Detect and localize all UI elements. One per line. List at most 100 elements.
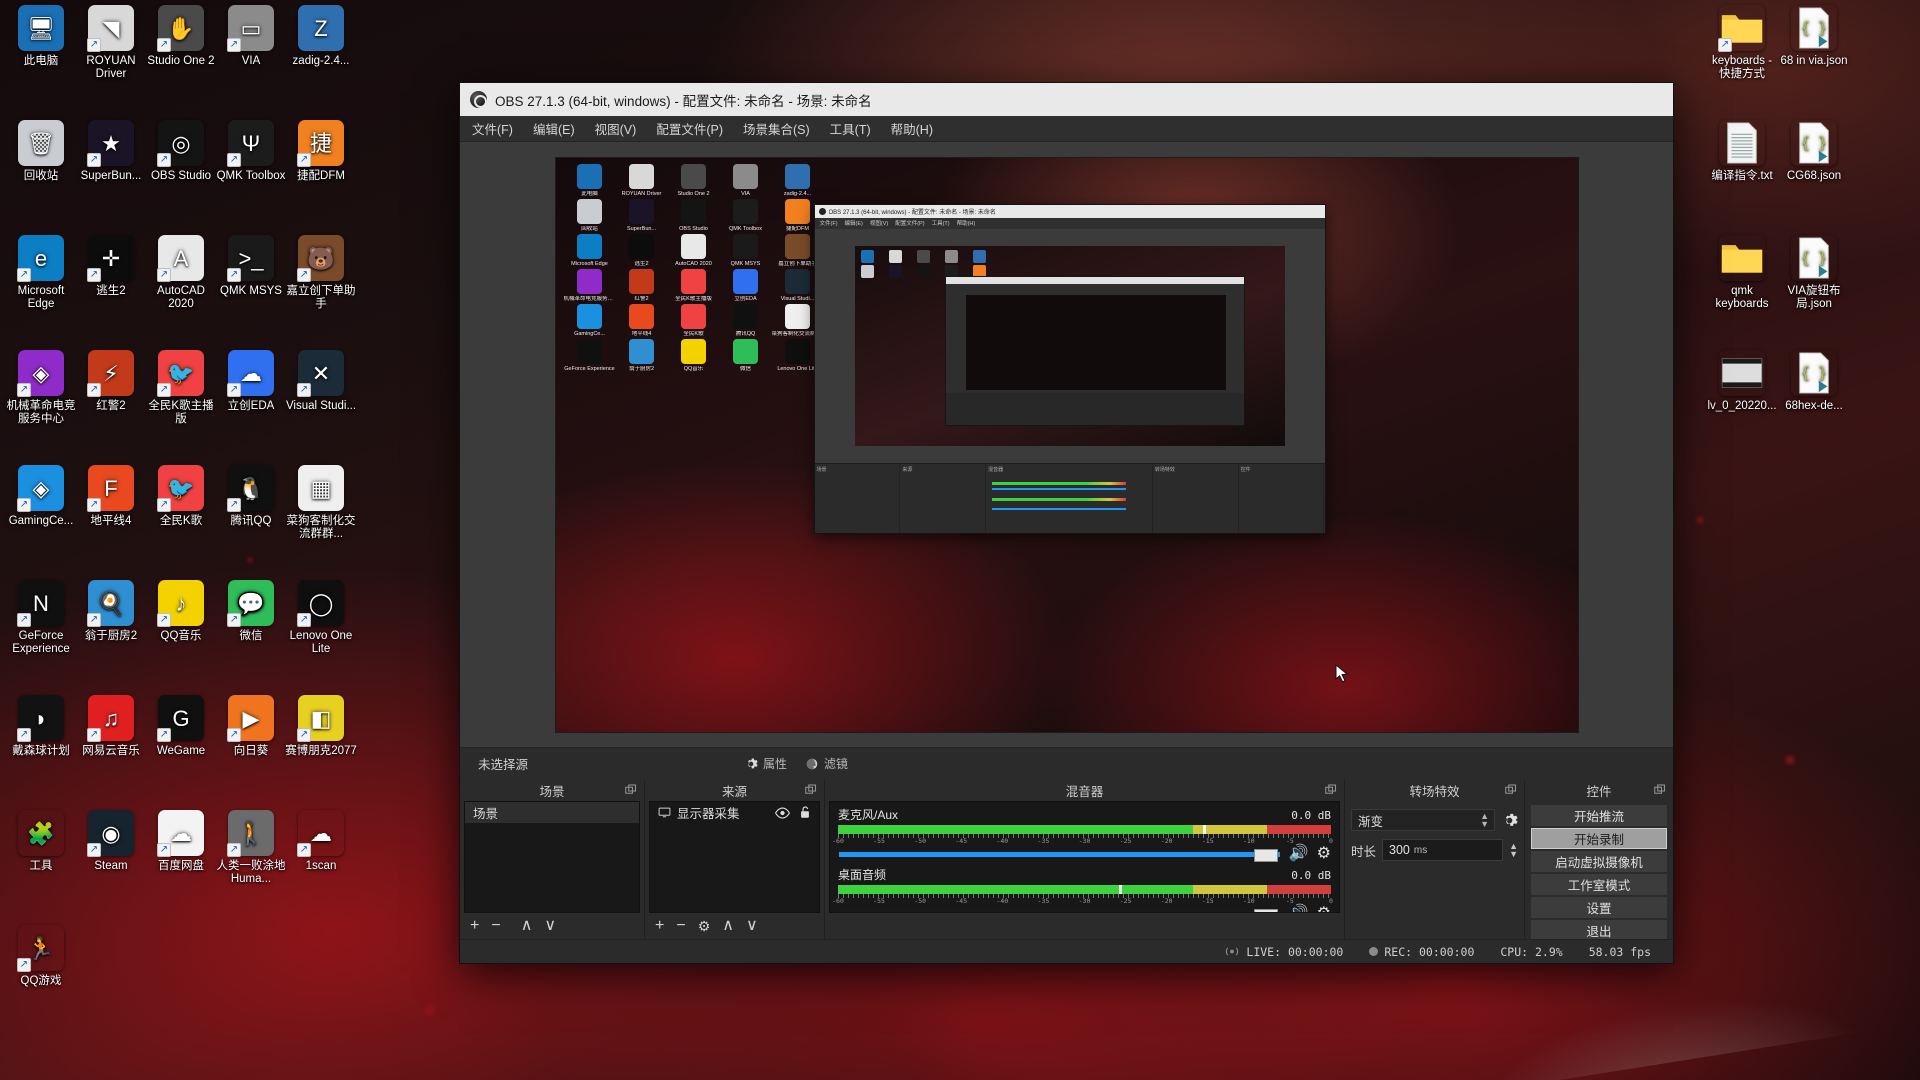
duration-stepper[interactable]: ▲ ▼ [1509,842,1518,859]
desktop-icon-baidu-netdisk-icon[interactable]: ☁ ↗ 百度网盘 [145,810,217,873]
menu-item-tools[interactable]: 工具(T) [830,119,871,138]
desktop-icon-video-file-icon[interactable]: lv_0_20220... [1706,350,1778,413]
stepper-arrows-icon[interactable]: ▲ ▼ [1480,812,1489,829]
desktop-icon-qmk-toolbox-icon[interactable]: Ψ ↗ QMK Toolbox [215,120,287,183]
move-scene-down-button[interactable]: ∨ [544,918,556,934]
volume-slider-handle[interactable] [1253,848,1278,862]
desktop-icon-dyson-sphere-program-icon[interactable]: ◗ ↗ 戴森球计划 [5,695,77,758]
desktop-icon-qr-code-icon[interactable]: ▦ 菜狗客制化交流群群... [285,465,357,541]
desktop-icon-quanmin-kge-icon[interactable]: 🐦 ↗ 全民K歌 [145,465,217,528]
desktop-icon-wegame-icon[interactable]: G ↗ WeGame [145,695,217,758]
mixer-track[interactable]: 麦克风/Aux 0.0 dB -60 -55 -50 -45 -40 -35 -30 -25 -20… [832,806,1333,862]
mute-speaker-icon[interactable]: 🔊 [1289,846,1309,862]
desktop-icon-jlc-order-helper-icon[interactable]: 🐻 ↗ 嘉立创下单助手 [285,235,357,311]
desktop-icon-autocad-icon[interactable]: A ↗ AutoCAD 2020 [145,235,217,311]
desktop-icon-json-file-icon[interactable]: { } 68 in via.json [1778,5,1850,68]
obs-menu-bar[interactable]: 文件(F) 编辑(E) 视图(V) 配置文件(P) 场景集合(S) 工具(T) … [460,116,1673,142]
desktop-icon-lceda-icon[interactable]: ☁ ↗ 立创EDA [215,350,287,413]
control-button-设置[interactable]: 设置 [1531,897,1667,918]
desktop-icon-superbunnyman-icon[interactable]: ★ ↗ SuperBun... [75,120,147,183]
desktop-icon-wechat-icon[interactable]: 💬 ↗ 微信 [215,580,287,643]
add-scene-button[interactable]: + [470,918,479,934]
desktop-icon-via-icon[interactable]: ▭ ↗ VIA [215,5,287,68]
desktop-icon-obs-studio-icon[interactable]: ◎ ↗ OBS Studio [145,120,217,183]
volume-slider-handle[interactable] [1253,908,1278,912]
source-list-item[interactable]: 显示器采集 [650,802,819,823]
scene-list[interactable]: 场景 [464,801,640,913]
undock-icon[interactable] [625,784,637,795]
mixer-tracks[interactable]: 麦克风/Aux 0.0 dB -60 -55 -50 -45 -40 -35 -30 -25 -20… [829,801,1340,913]
desktop-icon-red-alert-2-icon[interactable]: ⚡ ↗ 红警2 [75,350,147,413]
source-list[interactable]: 显示器采集 [649,801,820,913]
mixer-track[interactable]: 桌面音频 0.0 dB -60 -55 -50 -45 -40 -35 -30 -25 -20 -15… [832,866,1333,913]
volume-slider[interactable] [838,848,1281,862]
desktop-icon-qq-game-icon[interactable]: 🏃 ↗ QQ游戏 [5,925,77,988]
obs-source-toolbar[interactable]: 未选择源 属性 滤镜 [460,747,1673,779]
mixer-volume-row[interactable]: 🔊⚙ [838,846,1331,862]
obs-studio-window[interactable]: OBS 27.1.3 (64-bit, windows) - 配置文件: 未命名… [459,82,1674,964]
mixer-track-gear-icon[interactable]: ⚙ [1317,846,1331,862]
mixer-volume-row[interactable]: 🔊⚙ [838,906,1331,913]
desktop-icon-kge-anchor-icon[interactable]: 🐦 ↗ 全民K歌主播版 [145,350,217,426]
scene-list-item[interactable]: 场景 [465,802,639,823]
control-button-退出[interactable]: 退出 [1531,920,1667,941]
desktop-icon-outlast2-icon[interactable]: ✛ ↗ 逃生2 [75,235,147,298]
source-properties-button[interactable]: ⚙ [698,918,711,934]
control-button-开始录制[interactable]: 开始录制 [1531,828,1667,849]
control-button-工作室模式[interactable]: 工作室模式 [1531,874,1667,895]
remove-source-button[interactable]: − [676,918,685,934]
undock-icon[interactable] [1505,784,1517,795]
move-scene-up-button[interactable]: ∧ [521,918,533,934]
desktop-icon-mechrevo-center-icon[interactable]: ◈ ↗ 机械革命电竞服务中心 [5,350,77,426]
menu-item-help[interactable]: 帮助(H) [891,119,933,138]
remove-scene-button[interactable]: − [491,918,500,934]
desktop-icon-cyberpunk-2077-icon[interactable]: ◧ ↗ 赛博朋克2077 [285,695,357,758]
transition-select[interactable]: 渐变 ▲ ▼ [1351,809,1495,831]
desktop-icon-lenovo-one-lite-icon[interactable]: ◯ ↗ Lenovo One Lite [285,580,357,656]
menu-item-edit[interactable]: 编辑(E) [533,119,575,138]
desktop-icon-folder-icon[interactable]: qmk keyboards [1706,235,1778,311]
transition-select-row[interactable]: 渐变 ▲ ▼ [1345,805,1524,835]
transition-duration-row[interactable]: 时长 300 ms ▲ ▼ [1345,835,1524,865]
desktop-icon-geforce-experience-icon[interactable]: N ↗ GeForce Experience [5,580,77,656]
obs-preview-area[interactable]: 此电脑 ROYUAN Driver Studio One 2 VIA zadig-2.4… [460,142,1673,747]
add-source-button[interactable]: + [655,918,664,934]
desktop-icon-tencent-qq-icon[interactable]: 🐧 ↗ 腾讯QQ [215,465,287,528]
move-source-down-button[interactable]: ∨ [746,918,758,934]
desktop-icon-qq-music-icon[interactable]: ♪ ↗ QQ音乐 [145,580,217,643]
control-button-开始推流[interactable]: 开始推流 [1531,805,1667,826]
duration-input[interactable]: 300 ms [1382,839,1504,861]
desktop-icon-forza-horizon-4-icon[interactable]: F ↗ 地平线4 [75,465,147,528]
desktop-icon-overcooked-2-icon[interactable]: 🍳 ↗ 翁于厨房2 [75,580,147,643]
undock-icon[interactable] [1654,784,1666,795]
desktop-icon-tools-folder-icon[interactable]: 🧩 工具 [5,810,77,873]
properties-button[interactable]: 属性 [744,755,787,772]
desktop-icon-onescan-icon[interactable]: ☁ ↗ 1scan [285,810,357,873]
mute-speaker-icon[interactable]: 🔊 [1289,906,1309,913]
control-button-启动虚拟摄像机[interactable]: 启动虚拟摄像机 [1531,851,1667,872]
desktop-icon-qmk-msys-icon[interactable]: >_ ↗ QMK MSYS [215,235,287,298]
undock-icon[interactable] [1325,784,1337,795]
menu-item-profile[interactable]: 配置文件(P) [656,119,723,138]
desktop-icon-studio-one-icon[interactable]: ✋ ↗ Studio One 2 [145,5,217,68]
undock-icon[interactable] [805,784,817,795]
unlock-icon[interactable] [799,806,811,819]
desktop-icon-recycle-bin-icon[interactable]: 🗑 回收站 [5,120,77,183]
desktop-icon-json-file-icon[interactable]: { } 68hex-de... [1778,350,1850,413]
menu-item-scene-collection[interactable]: 场景集合(S) [743,119,810,138]
controls-button-list[interactable]: 开始推流 开始录制 启动虚拟摄像机 工作室模式 设置 退出 [1525,801,1673,943]
mixer-track-gear-icon[interactable]: ⚙ [1317,906,1331,913]
desktop-icon-microsoft-edge-icon[interactable]: e ↗ Microsoft Edge [5,235,77,311]
desktop-icon-visual-studio-code-icon[interactable]: ✕ ↗ Visual Studi... [285,350,357,413]
desktop-icon-folder-icon[interactable]: ↗ keyboards - 快捷方式 [1706,5,1778,81]
desktop-icon-jiepei-dfm-icon[interactable]: 捷 ↗ 捷配DFM [285,120,357,183]
desktop-icon-steam-icon[interactable]: ◉ ↗ Steam [75,810,147,873]
desktop-icon-gaming-center-icon[interactable]: ◈ ↗ GamingCe... [5,465,77,528]
desktop-icon-text-file-icon[interactable]: 编译指令.txt [1706,120,1778,183]
transition-properties-gear-icon[interactable] [1501,812,1518,829]
desktop-icon-this-pc-icon[interactable]: 🖥 此电脑 [5,5,77,68]
move-source-up-button[interactable]: ∧ [722,918,734,934]
dock-scenes-footer[interactable]: + − ∧ ∨ [460,913,644,939]
dock-sources-footer[interactable]: + − ⚙ ∧ ∨ [645,913,824,939]
eye-icon[interactable] [775,806,790,819]
